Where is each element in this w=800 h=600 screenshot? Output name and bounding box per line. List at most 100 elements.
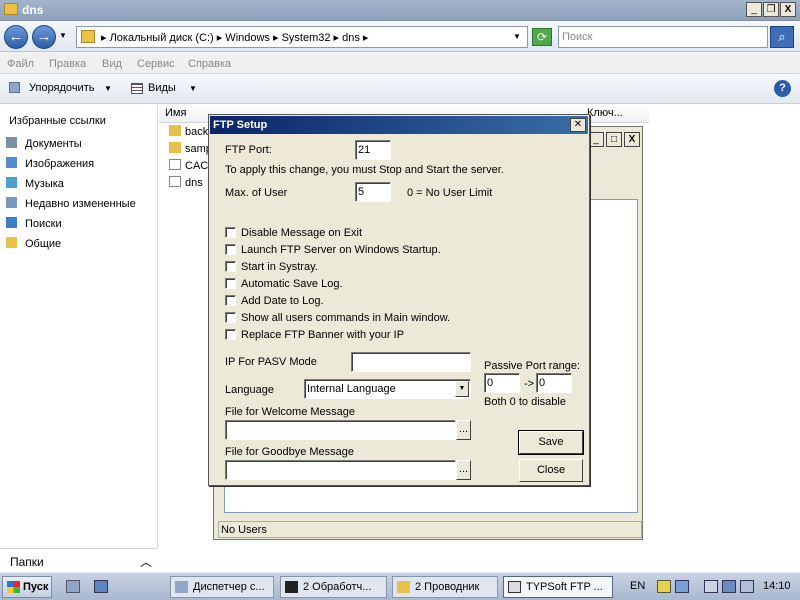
task-manager-task[interactable]: Диспетчер с... — [170, 576, 274, 598]
start-button[interactable]: Пуск — [2, 576, 52, 598]
language-label: Language — [225, 384, 274, 396]
explorer-task[interactable]: 2 Проводник — [392, 576, 498, 598]
browse-goodbye-button[interactable]: ... — [456, 460, 471, 480]
nav-item-public[interactable]: Общие — [6, 237, 61, 250]
chevron-down-icon[interactable]: ▼ — [455, 381, 469, 397]
tray-icon[interactable] — [704, 580, 718, 593]
ftp-setup-dialog: FTP Setup ✕ FTP Port: 21 To apply this c… — [208, 114, 590, 486]
address-field[interactable]: ▸ Локальный диск (C:) ▸ Windows ▸ System… — [76, 26, 528, 48]
checkbox-box[interactable] — [225, 312, 236, 323]
close-button[interactable]: Close — [519, 459, 583, 482]
search-icon[interactable]: ⌕ — [770, 26, 794, 48]
nav-item-documents[interactable]: Документы — [6, 137, 82, 150]
task-label: Диспетчер с... — [193, 581, 265, 593]
dialog-close-button[interactable]: ✕ — [570, 118, 586, 132]
organize-button[interactable]: Упорядочить — [29, 82, 94, 94]
tray-icon[interactable] — [675, 580, 689, 593]
checkbox-box[interactable] — [225, 278, 236, 289]
task-label: TYPSoft FTP ... — [526, 581, 603, 593]
views-button[interactable]: Виды — [148, 82, 176, 94]
port-range-arrow: -> — [524, 378, 535, 390]
menu-tools[interactable]: Сервис — [137, 58, 175, 70]
folder-icon — [6, 237, 17, 248]
list-item[interactable]: samp — [169, 142, 212, 155]
max-user-field[interactable]: 5 — [355, 182, 391, 202]
list-item[interactable]: CACI — [169, 159, 211, 172]
menu-edit[interactable]: Правка — [49, 58, 86, 70]
network-icon[interactable] — [722, 580, 736, 593]
menu-bar: Файл Правка Вид Сервис Справка — [0, 52, 800, 74]
browse-welcome-button[interactable]: ... — [456, 420, 471, 440]
max-user-hint: 0 = No User Limit — [407, 187, 493, 199]
menu-view[interactable]: Вид — [102, 58, 122, 70]
column-name[interactable]: Имя — [165, 107, 186, 119]
clock[interactable]: 14:10 — [763, 580, 791, 592]
typsoft-task[interactable]: TYPSoft FTP ... — [503, 576, 613, 598]
pasv-ip-field[interactable] — [351, 352, 471, 372]
chevron-down-icon[interactable]: ▼ — [104, 84, 112, 93]
quicklaunch-icon[interactable] — [66, 580, 80, 593]
nav-item-music[interactable]: Музыка — [6, 177, 64, 190]
menu-help[interactable]: Справка — [188, 58, 231, 70]
checkbox-replace-banner[interactable]: Replace FTP Banner with your IP — [225, 329, 404, 341]
help-icon[interactable]: ? — [774, 80, 791, 97]
nav-item-searches[interactable]: Поиски — [6, 217, 62, 230]
status-text: No Users — [221, 524, 267, 536]
save-button[interactable]: Save — [518, 430, 584, 455]
menu-file[interactable]: Файл — [7, 58, 34, 70]
ftp-port-field[interactable]: 21 — [355, 140, 391, 160]
checkbox-box[interactable] — [225, 261, 236, 272]
address-dropdown-icon[interactable]: ▼ — [513, 32, 521, 41]
ftp-tray-icon[interactable] — [657, 580, 671, 593]
language-value: Internal Language — [307, 383, 396, 395]
checkbox-box[interactable] — [225, 227, 236, 238]
welcome-file-field[interactable] — [225, 420, 456, 440]
checkbox-date-log[interactable]: Add Date to Log. — [225, 295, 324, 307]
folder-icon — [4, 3, 18, 15]
minimize-button[interactable]: _ — [746, 2, 762, 17]
favorites-header: Избранные ссылки — [9, 115, 106, 127]
status-bar: No Users — [218, 521, 642, 538]
folders-toggle[interactable]: Папки ︿ — [0, 548, 158, 572]
pictures-icon — [6, 157, 17, 168]
checkbox-disable-message[interactable]: Disable Message on Exit — [225, 227, 362, 239]
close-window-button[interactable]: X — [624, 132, 640, 147]
column-key[interactable]: Ключ... — [587, 107, 623, 119]
list-item[interactable]: dns — [169, 176, 203, 189]
chevron-down-icon[interactable]: ▼ — [189, 84, 197, 93]
checkbox-show-commands[interactable]: Show all users commands in Main window. — [225, 312, 450, 324]
address-path: ▸ Локальный диск (C:) ▸ Windows ▸ System… — [101, 32, 369, 44]
address-toolbar: ← → ▼ ▸ Локальный диск (C:) ▸ Windows ▸ … — [0, 21, 800, 52]
goodbye-file-field[interactable] — [225, 460, 456, 480]
volume-icon[interactable] — [740, 580, 754, 593]
search-input[interactable]: Поиск — [558, 26, 768, 48]
show-desktop-icon[interactable] — [94, 580, 108, 593]
handler-task[interactable]: 2 Обработч... — [280, 576, 387, 598]
language-select[interactable]: Internal Language ▼ — [304, 379, 471, 399]
checkbox-systray[interactable]: Start in Systray. — [225, 261, 318, 273]
minimize-button[interactable]: _ — [588, 132, 604, 147]
back-button[interactable]: ← — [4, 25, 28, 49]
language-indicator[interactable]: EN — [630, 580, 645, 592]
maximize-button[interactable]: □ — [606, 132, 622, 147]
file-icon — [169, 176, 181, 187]
checkbox-box[interactable] — [225, 295, 236, 306]
maximize-button[interactable]: ❐ — [763, 2, 779, 17]
history-dropdown-icon[interactable]: ▼ — [59, 31, 67, 40]
checkbox-auto-save-log[interactable]: Automatic Save Log. — [225, 278, 343, 290]
task-icon — [175, 581, 188, 593]
folder-icon — [169, 142, 181, 153]
nav-item-pictures[interactable]: Изображения — [6, 157, 94, 170]
list-item[interactable]: back — [169, 125, 208, 138]
refresh-icon[interactable]: ⟳ — [532, 28, 552, 46]
port-to-field[interactable]: 0 — [536, 373, 572, 393]
checkbox-box[interactable] — [225, 329, 236, 340]
close-window-button[interactable]: X — [780, 2, 796, 17]
forward-button[interactable]: → — [32, 25, 56, 49]
ftp-app-icon — [508, 581, 521, 593]
port-from-field[interactable]: 0 — [484, 373, 520, 393]
checkbox-box[interactable] — [225, 244, 236, 255]
checkbox-launch-startup[interactable]: Launch FTP Server on Windows Startup. — [225, 244, 441, 256]
nav-item-recent[interactable]: Недавно измененные — [6, 197, 136, 210]
chevron-up-icon: ︿ — [140, 555, 153, 569]
